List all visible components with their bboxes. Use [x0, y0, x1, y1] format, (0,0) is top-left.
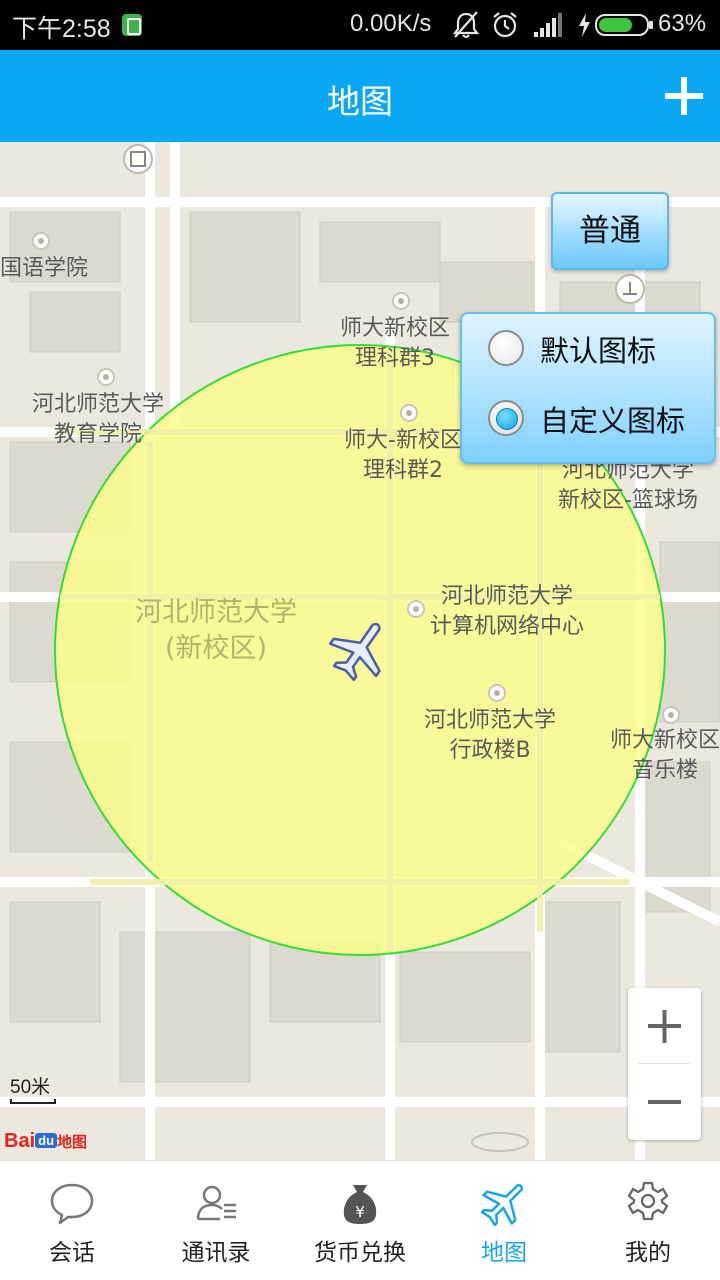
airplane-icon	[480, 1183, 524, 1227]
battery-percent: 63%	[658, 10, 707, 37]
network-speed: 0.00K/s	[350, 10, 432, 37]
gear-icon	[627, 1181, 669, 1221]
poi-dot	[32, 232, 50, 250]
custom-icon-option[interactable]: 自定义图标	[462, 388, 718, 452]
nav-item-currency-exchange[interactable]: ¥ 货币兑换	[288, 1161, 432, 1280]
poi-dot	[400, 404, 418, 422]
nav-item-mine[interactable]: 我的	[576, 1161, 720, 1280]
sim-card-icon	[122, 14, 142, 36]
logo-map: 地图	[57, 1134, 88, 1151]
nav-label-contacts: 通讯录	[181, 1240, 251, 1266]
page-title: 地图	[327, 82, 393, 121]
logo-bai: Bai	[4, 1130, 36, 1152]
nav-label-mine: 我的	[625, 1240, 671, 1266]
map-label-music-building: 师大新校区 音乐楼	[610, 728, 720, 783]
mute-notification-icon	[452, 11, 480, 38]
logo-du: du	[35, 1133, 58, 1148]
svg-text:¥: ¥	[355, 1203, 365, 1221]
status-time: 下午2:58	[12, 15, 111, 43]
map-label-basketball-court: 河北师范大学 新校区-篮球场	[558, 458, 698, 513]
zoom-in-icon[interactable]	[628, 988, 701, 1064]
zoom-controls	[628, 988, 701, 1140]
radio-checked[interactable]	[488, 400, 524, 436]
money-bag-icon: ¥	[343, 1185, 377, 1224]
radio-unchecked[interactable]	[488, 330, 524, 366]
poi-dot	[97, 368, 115, 386]
signal-strength-icon	[534, 13, 562, 37]
scale-text: 50米	[10, 1077, 51, 1098]
poi-marker-icon	[123, 144, 153, 174]
custom-icon-label: 自定义图标	[540, 404, 686, 438]
poi-dot	[392, 292, 410, 310]
map-type-button[interactable]: 普通	[551, 192, 669, 270]
status-bar: 下午2:58 0.00K/s 63%	[0, 0, 720, 50]
contacts-icon	[196, 1185, 236, 1221]
zoom-out-icon[interactable]	[628, 1064, 701, 1140]
map-label-science-group-3: 师大新校区 理科群3	[340, 316, 451, 371]
nav-item-map[interactable]: 地图	[432, 1161, 576, 1280]
bottom-navigation: 会话 通讯录 ¥ 货币兑换 地图 我的	[0, 1160, 720, 1280]
nav-item-contacts[interactable]: 通讯录	[144, 1161, 288, 1280]
poi-dot	[407, 600, 425, 618]
nav-label-chat: 会话	[49, 1240, 95, 1266]
map-label-admin-building-b: 河北师范大学 行政楼B	[424, 708, 557, 763]
plus-icon[interactable]	[656, 68, 712, 124]
marker-icon-options: 默认图标 自定义图标	[460, 312, 716, 464]
baidu-map-logo: Bai du 地图	[4, 1130, 87, 1158]
map-base-layer	[0, 142, 720, 1160]
map-label-foreign-language-college: 国语学院	[0, 256, 89, 281]
nav-label-map: 地图	[481, 1240, 527, 1266]
scale-bar	[10, 1099, 56, 1104]
map-scale: 50米	[10, 1072, 56, 1104]
map-label-network-center: 河北师范大学 计算机网络中心	[430, 584, 585, 639]
default-icon-option[interactable]: 默认图标	[462, 318, 718, 382]
battery-charging-icon	[579, 13, 653, 37]
nav-item-chat[interactable]: 会话	[0, 1161, 144, 1280]
poi-dot	[662, 706, 680, 724]
alarm-clock-icon	[493, 12, 517, 38]
map-label-new-campus: 河北师范大学 (新校区)	[135, 597, 297, 664]
map-view[interactable]: 国语学院 河北师范大学 教育学院 师大新校区 理科群3 师大-新校区 理科群2 河北师…	[0, 142, 720, 1160]
map-label-science-group-2: 师大-新校区 理科群2	[344, 428, 462, 483]
poi-dot	[488, 684, 506, 702]
chat-bubble-icon	[50, 1183, 94, 1225]
title-bar: 地图	[0, 50, 720, 142]
default-icon-label: 默认图标	[540, 334, 657, 368]
nav-label-currency-exchange: 货币兑换	[314, 1240, 406, 1266]
parking-marker-icon	[615, 274, 645, 304]
map-label-education-college: 河北师范大学 教育学院	[32, 392, 165, 447]
